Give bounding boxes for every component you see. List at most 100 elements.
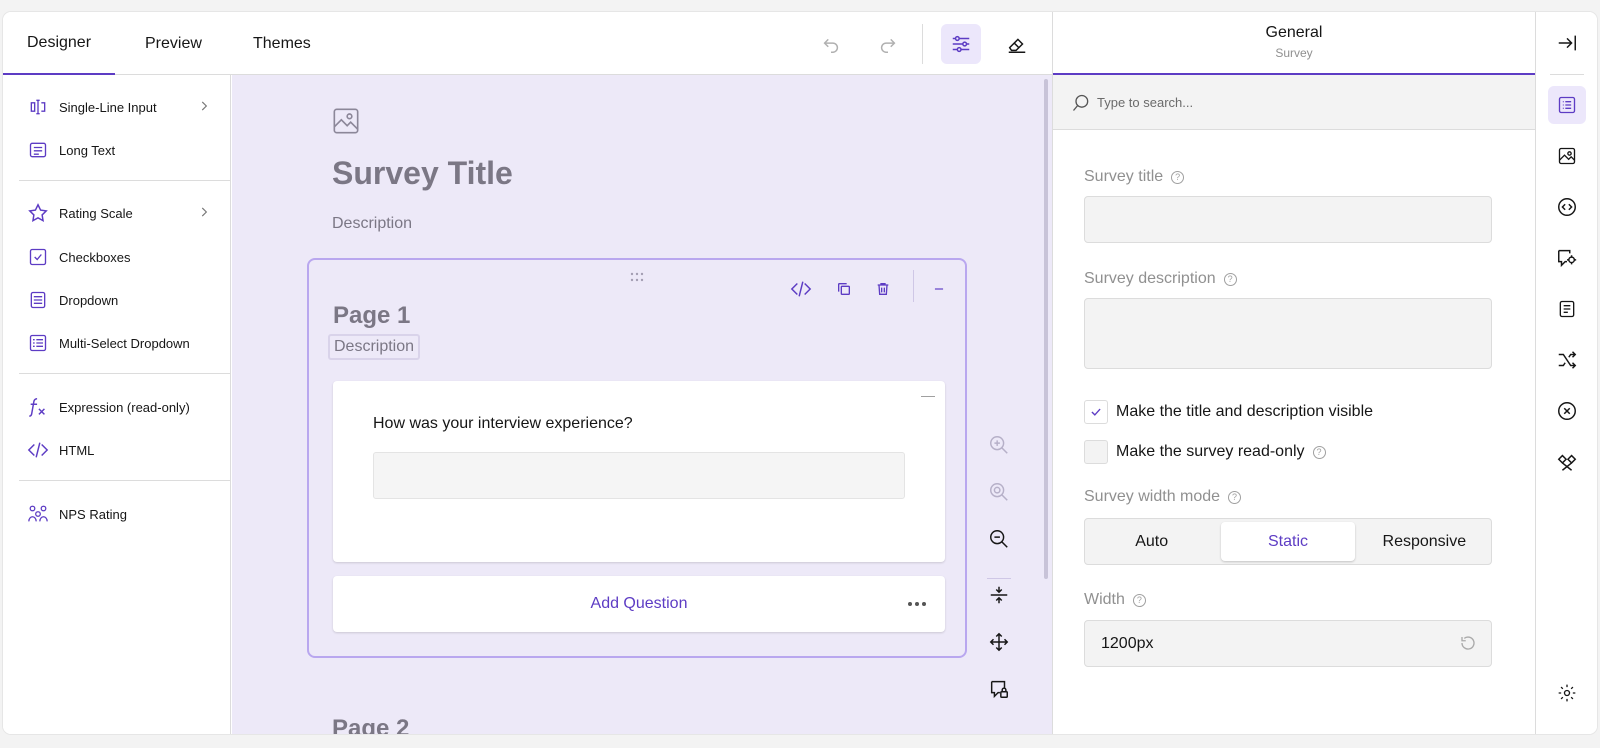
rail-logo[interactable] xyxy=(1548,137,1586,175)
undo-icon xyxy=(823,38,839,53)
toolbox-item-long-text[interactable]: Long Text xyxy=(27,132,211,168)
more-options-button[interactable] xyxy=(905,592,929,616)
survey-description-label: Survey description? xyxy=(1084,270,1237,288)
chevron-right-icon[interactable] xyxy=(197,99,211,113)
zoom-out-button[interactable] xyxy=(983,523,1015,555)
comment-lock-icon xyxy=(990,680,1008,699)
add-question-button[interactable]: Add Question xyxy=(333,576,945,632)
clear-survey-button[interactable] xyxy=(997,24,1037,64)
width-mode-static[interactable]: Static xyxy=(1221,522,1355,561)
rail-logic[interactable] xyxy=(1548,341,1586,379)
page-description[interactable]: Description xyxy=(328,334,421,360)
help-icon[interactable]: ? xyxy=(1223,272,1237,286)
show-title-checkbox[interactable] xyxy=(1084,400,1108,424)
more-horizontal-icon xyxy=(908,602,926,606)
question-answer-input[interactable] xyxy=(373,452,905,499)
category-title: General xyxy=(1265,24,1323,41)
width-mode-responsive[interactable]: Responsive xyxy=(1358,519,1491,564)
page-json-button[interactable] xyxy=(786,274,816,304)
question-card[interactable]: — How was your interview experience? xyxy=(333,381,945,562)
redo-icon xyxy=(880,38,896,53)
delete-page-button[interactable] xyxy=(868,274,898,304)
toolbox-item-label: NPS Rating xyxy=(59,506,127,522)
duplicate-page-button[interactable] xyxy=(829,274,859,304)
tab-label: Designer xyxy=(27,33,92,51)
rail-question-settings[interactable] xyxy=(1548,239,1586,277)
collapse-panel-icon xyxy=(1558,35,1576,51)
help-icon[interactable]: ? xyxy=(1171,170,1185,184)
width-input[interactable]: 1200px xyxy=(1084,620,1492,667)
rail-completion[interactable] xyxy=(1548,443,1586,481)
question-title[interactable]: How was your interview experience? xyxy=(373,415,633,433)
page-title[interactable]: Page 1 xyxy=(333,302,410,330)
navigation-icon xyxy=(1558,198,1576,216)
expand-all-icon xyxy=(989,632,1009,652)
survey-description[interactable]: Description xyxy=(332,215,412,233)
toolbox-item-single-line-input[interactable]: Single-Line Input xyxy=(27,89,211,125)
toolbox-item-expression[interactable]: Expression (read-only) xyxy=(27,389,211,425)
property-search-input[interactable] xyxy=(1097,89,1517,115)
rail-navigation[interactable] xyxy=(1548,188,1586,226)
survey-description-input[interactable] xyxy=(1084,298,1492,369)
label-text: Survey title xyxy=(1084,168,1164,185)
read-only-checkbox-row[interactable]: Make the survey read-only ? xyxy=(1084,440,1326,464)
collapse-page-button[interactable] xyxy=(924,274,954,304)
width-mode-segmented-control: Auto Static Responsive xyxy=(1084,518,1492,565)
search-icon xyxy=(1072,94,1089,111)
property-grid-body: Survey title? Survey description? Make t… xyxy=(1053,130,1535,734)
help-icon[interactable]: ? xyxy=(1228,490,1242,504)
expand-all-button[interactable] xyxy=(983,626,1015,658)
show-title-checkbox-row[interactable]: Make the title and description visible xyxy=(1084,400,1373,424)
toolbox-divider xyxy=(19,480,231,481)
rail-general[interactable] xyxy=(1548,86,1586,124)
next-page-title[interactable]: Page 2 xyxy=(332,715,409,734)
tab-preview[interactable]: Preview xyxy=(121,12,226,75)
collapse-all-icon xyxy=(990,586,1008,604)
help-icon[interactable]: ? xyxy=(1132,593,1146,607)
toolbox-item-html[interactable]: HTML xyxy=(27,432,211,468)
zoom-in-button[interactable] xyxy=(983,429,1015,461)
survey-title[interactable]: Survey Title xyxy=(332,155,513,192)
rail-validation[interactable] xyxy=(1548,392,1586,430)
tab-themes[interactable]: Themes xyxy=(229,12,335,75)
rail-pages[interactable] xyxy=(1548,290,1586,328)
star-icon xyxy=(28,203,48,222)
survey-title-input[interactable] xyxy=(1084,196,1492,243)
text-cursor-icon xyxy=(30,99,46,115)
toolbar-divider xyxy=(922,24,923,64)
redo-button[interactable] xyxy=(868,24,908,64)
page-panel: Page 1 Description — How was your interv… xyxy=(307,258,967,658)
drag-handle-icon[interactable] xyxy=(630,272,644,282)
collapse-question-icon[interactable]: — xyxy=(921,387,935,403)
logo-placeholder-icon[interactable] xyxy=(332,107,360,135)
gear-icon xyxy=(1558,684,1576,702)
undo-button[interactable] xyxy=(811,24,851,64)
toolbox-item-rating-scale[interactable]: Rating Scale xyxy=(27,195,211,231)
rail-settings[interactable] xyxy=(1548,674,1586,712)
width-mode-label: Survey width mode? xyxy=(1084,488,1242,506)
code-icon xyxy=(790,281,812,297)
reset-icon[interactable] xyxy=(1459,634,1477,652)
chevron-right-icon[interactable] xyxy=(197,205,211,219)
top-toolbar: Designer Preview Themes xyxy=(3,12,1052,75)
property-grid-header: General Survey xyxy=(1053,12,1535,75)
canvas-scrollbar[interactable] xyxy=(1044,79,1048,579)
survey-title-label: Survey title? xyxy=(1084,168,1185,186)
width-mode-auto[interactable]: Auto xyxy=(1085,519,1218,564)
toolbox-divider xyxy=(19,180,231,181)
toolbox-item-dropdown[interactable]: Dropdown xyxy=(27,282,211,318)
settings-button[interactable] xyxy=(941,24,981,64)
collapse-all-button[interactable] xyxy=(983,579,1015,611)
read-only-checkbox[interactable] xyxy=(1084,440,1108,464)
zoom-reset-button[interactable] xyxy=(983,476,1015,508)
tab-designer[interactable]: Designer xyxy=(3,12,116,75)
lock-question-button[interactable] xyxy=(983,673,1015,705)
label-text: Survey description xyxy=(1084,270,1216,287)
toolbox-item-nps-rating[interactable]: NPS Rating xyxy=(27,496,211,532)
toolbox-item-multi-select-dropdown[interactable]: Multi-Select Dropdown xyxy=(27,325,211,361)
hide-properties-button[interactable] xyxy=(1548,24,1586,62)
toolbox-item-checkboxes[interactable]: Checkboxes xyxy=(27,239,211,275)
survey-creator: Designer Preview Themes Single-Line Inpu… xyxy=(3,12,1597,734)
function-icon xyxy=(29,398,45,417)
help-icon[interactable]: ? xyxy=(1312,445,1326,459)
